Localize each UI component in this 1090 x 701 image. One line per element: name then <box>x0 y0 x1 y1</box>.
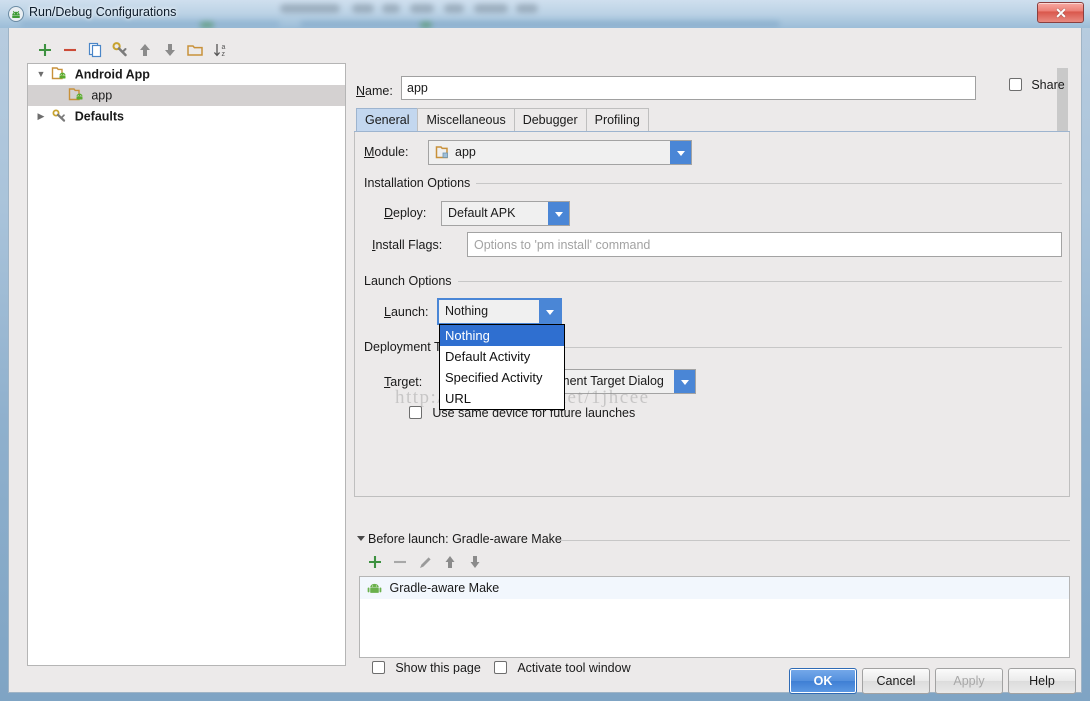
arrow-up-icon[interactable] <box>441 552 459 572</box>
cancel-button[interactable]: Cancel <box>862 668 930 694</box>
minus-icon[interactable] <box>60 40 80 60</box>
tab-general[interactable]: General <box>356 108 419 132</box>
launch-options-section: Launch Options <box>364 274 1062 288</box>
tree-node-defaults[interactable]: ▶ Defaults <box>28 106 345 127</box>
launch-option-specified-activity[interactable]: Specified Activity <box>440 367 564 388</box>
installation-options-label: Installation Options <box>364 176 477 190</box>
before-launch-task-row[interactable]: Gradle-aware Make <box>360 577 1069 599</box>
use-same-device-checkbox[interactable] <box>409 406 422 420</box>
help-button[interactable]: Help <box>1008 668 1076 694</box>
section-divider <box>456 281 1062 282</box>
launch-dropdown-list[interactable]: Nothing Default Activity Specified Activ… <box>439 324 565 410</box>
install-flags-label: Install Flags: <box>372 238 443 252</box>
tree-node-label: Defaults <box>74 109 125 124</box>
general-tab-content: Module: app Installation Options Deploy: <box>354 132 1070 497</box>
ok-button[interactable]: OK <box>789 668 857 694</box>
settings-tabs[interactable]: General Miscellaneous Debugger Profiling <box>356 108 649 132</box>
name-input[interactable] <box>401 76 976 100</box>
launch-option-nothing[interactable]: Nothing <box>440 325 564 346</box>
copy-icon[interactable] <box>85 40 105 60</box>
chevron-down-icon[interactable]: ▼ <box>34 64 48 85</box>
chevron-down-icon[interactable] <box>548 202 569 225</box>
tree-node-label: Android App <box>74 67 150 82</box>
section-divider <box>460 183 1062 184</box>
share-checkbox-group[interactable]: Share <box>1009 77 1065 92</box>
tab-miscellaneous[interactable]: Miscellaneous <box>417 108 515 132</box>
tab-profiling[interactable]: Profiling <box>585 108 649 132</box>
plus-icon[interactable] <box>35 40 55 60</box>
arrow-up-icon[interactable] <box>135 40 155 60</box>
name-label: Name: <box>356 84 393 98</box>
aero-window-frame: Run/Debug Configurations a z ▼ Android A… <box>0 0 1090 701</box>
wrench-icon <box>52 109 66 123</box>
before-launch-task-list[interactable]: Gradle-aware Make <box>359 576 1070 658</box>
android-studio-icon <box>8 6 24 22</box>
share-label: Share <box>1031 77 1065 92</box>
svg-text:z: z <box>222 51 226 58</box>
module-folder-icon <box>435 146 448 159</box>
launch-options-label: Launch Options <box>364 274 458 288</box>
launch-option-url[interactable]: URL <box>440 388 564 409</box>
window-titlebar: Run/Debug Configurations <box>0 0 1090 28</box>
tree-node-label: app <box>91 88 113 103</box>
before-launch-section: Before launch: Gradle-aware Make <box>354 532 1070 548</box>
close-icon[interactable] <box>1037 2 1084 23</box>
module-label: Module: <box>364 145 409 159</box>
tab-debugger[interactable]: Debugger <box>513 108 587 132</box>
folder-icon[interactable] <box>185 40 205 60</box>
before-launch-label: Before launch: Gradle-aware Make <box>368 532 568 546</box>
dialog-button-bar: OK Cancel Apply Help <box>9 668 1081 694</box>
tree-node-android-app[interactable]: ▼ Android App <box>28 64 345 85</box>
chevron-down-icon[interactable] <box>670 141 691 164</box>
chevron-down-icon[interactable] <box>357 536 365 541</box>
configurations-tree[interactable]: ▼ Android App app ▶ Defaults <box>27 63 346 666</box>
sort-az-icon[interactable]: a z <box>211 40 231 60</box>
launch-label: Launch: <box>384 305 429 319</box>
share-checkbox[interactable] <box>1009 78 1022 92</box>
configurations-tree-pane: a z ▼ Android App app ▶ Defaults <box>21 36 346 666</box>
target-label: Target: <box>384 375 423 389</box>
deploy-dropdown[interactable]: Default APK <box>441 201 570 226</box>
deploy-label: Deploy: <box>384 206 427 220</box>
before-launch-toolbar <box>362 552 662 574</box>
module-dropdown[interactable]: app <box>428 140 692 165</box>
deploy-value: Default APK <box>448 206 516 220</box>
arrow-down-icon[interactable] <box>466 552 484 572</box>
minus-icon[interactable] <box>391 552 409 572</box>
section-divider <box>516 347 1062 348</box>
wrench-icon[interactable] <box>110 40 130 60</box>
launch-option-default-activity[interactable]: Default Activity <box>440 346 564 367</box>
plus-icon[interactable] <box>366 552 384 572</box>
chevron-down-icon[interactable] <box>539 300 560 323</box>
android-app-icon <box>52 67 66 80</box>
run-debug-configurations-dialog: a z ▼ Android App app ▶ Defaults Name: a… <box>8 28 1082 694</box>
section-divider <box>557 540 1070 541</box>
chevron-right-icon[interactable]: ▶ <box>34 106 48 127</box>
android-icon <box>367 584 382 594</box>
install-flags-input[interactable] <box>467 232 1062 257</box>
module-value: app <box>455 145 476 159</box>
tree-node-app[interactable]: app <box>28 85 345 106</box>
apply-button: Apply <box>935 668 1003 694</box>
tree-toolbar: a z <box>21 36 346 63</box>
arrow-down-icon[interactable] <box>160 40 180 60</box>
launch-dropdown[interactable]: Nothing <box>437 298 562 325</box>
window-title: Run/Debug Configurations <box>29 5 177 19</box>
installation-options-section: Installation Options <box>364 176 1062 190</box>
chevron-down-icon[interactable] <box>674 370 695 393</box>
launch-value: Nothing <box>445 304 489 318</box>
android-app-icon <box>68 88 83 101</box>
before-launch-task-label: Gradle-aware Make <box>389 581 500 595</box>
configuration-editor-pane: Name: Share General Miscellaneous Debugg… <box>354 36 1072 674</box>
svg-text:a: a <box>222 44 226 51</box>
pencil-icon[interactable] <box>416 552 434 572</box>
